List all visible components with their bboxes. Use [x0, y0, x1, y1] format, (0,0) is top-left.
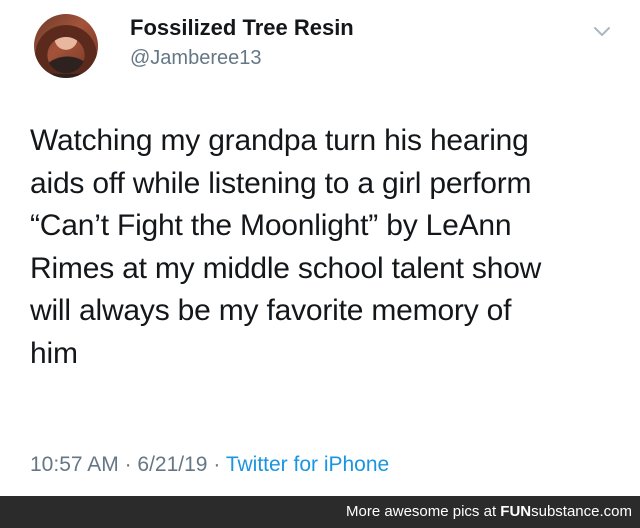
tweet-header: Fossilized Tree Resin @Jamberee13	[0, 0, 640, 100]
footer-brand-rest: substance.com	[531, 503, 632, 520]
tweet-text-line: Rimes at my middle school talent show	[30, 251, 542, 285]
chevron-down-icon[interactable]	[592, 22, 612, 42]
avatar-hair	[34, 20, 98, 74]
watermark-footer: More awesome pics at FUNsubstance.com	[0, 496, 640, 528]
footer-brand-bold: FUN	[500, 503, 532, 520]
tweet-meta: 10:57 AM · 6/21/19 · Twitter for iPhone	[30, 452, 389, 478]
tweet-text-line: will always be my favorite memory of	[30, 294, 512, 327]
meta-separator: ·	[213, 453, 221, 476]
tweet-text-line: “Can’t Fight the Moonlight” by LeAnn	[30, 209, 512, 242]
tweet-time[interactable]: 10:57 AM	[30, 453, 119, 476]
tweet-text: Watching my grandpa turn his hearing aid…	[30, 120, 620, 375]
footer-text: More awesome pics at FUNsubstance.com	[346, 496, 632, 528]
author-display-name[interactable]: Fossilized Tree Resin	[130, 14, 354, 42]
chevron-down-icon-svg	[594, 27, 610, 36]
tweet-text-line: Watching my grandpa turn his hearing	[30, 124, 529, 157]
tweet-date[interactable]: 6/21/19	[137, 453, 207, 476]
avatar[interactable]	[34, 14, 98, 78]
footer-prefix: More awesome pics at	[346, 503, 501, 520]
tweet-text-line: him	[30, 336, 78, 370]
tweet-text-line: aids off while listening to a girl perfo…	[30, 166, 532, 200]
tweet-source-link[interactable]: Twitter for iPhone	[226, 453, 389, 476]
meta-separator: ·	[124, 453, 132, 476]
author-handle[interactable]: @Jamberee13	[130, 46, 261, 70]
